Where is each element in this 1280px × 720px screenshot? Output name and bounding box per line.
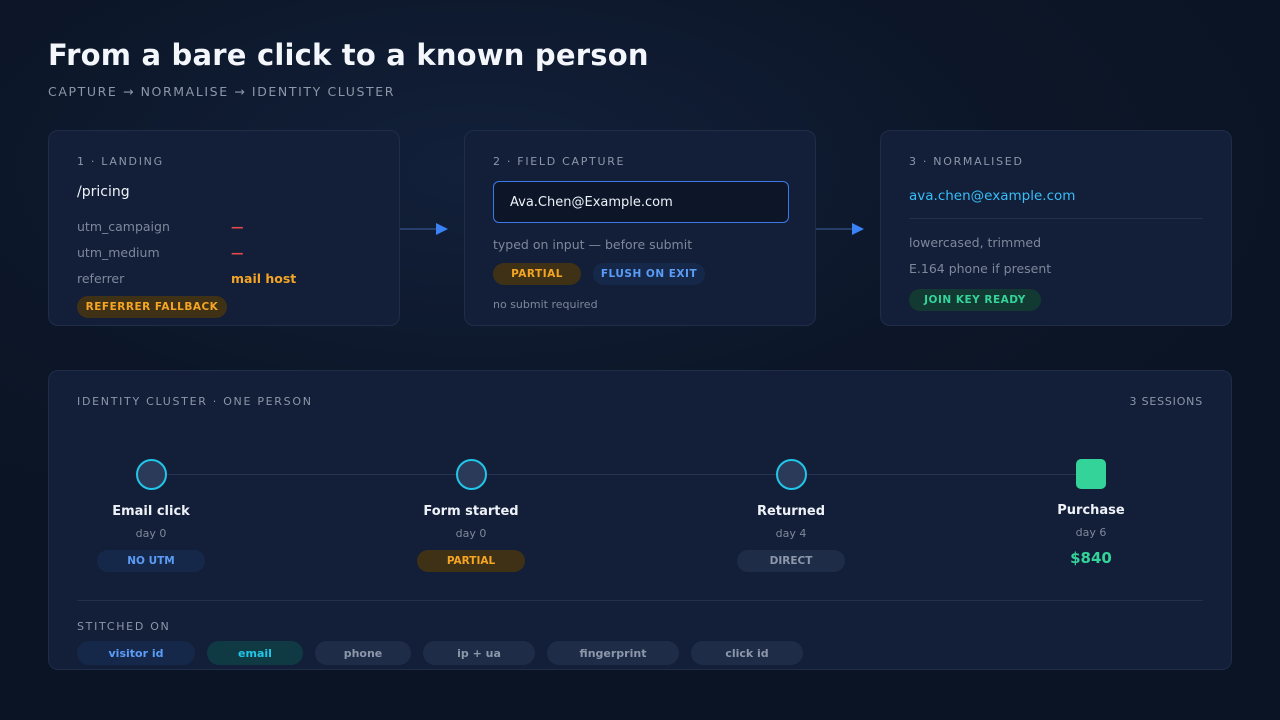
step-tag: PARTIAL xyxy=(417,550,525,572)
identity-cluster-panel: IDENTITY CLUSTER · ONE PERSON 3 SESSIONS… xyxy=(48,370,1232,670)
normalised-divider xyxy=(909,218,1203,219)
session-marker-icon xyxy=(775,459,807,490)
referrer-key: referrer xyxy=(77,271,125,286)
page-title: From a bare click to a known person xyxy=(48,38,649,72)
chip-fingerprint: fingerprint xyxy=(547,641,679,665)
chip-click-id: click id xyxy=(691,641,803,665)
utm-campaign-value: — xyxy=(231,219,244,234)
page-subtitle: CAPTURE → NORMALISE → IDENTITY CLUSTER xyxy=(48,84,396,99)
landing-card-label: 1 · LANDING xyxy=(77,155,164,168)
purchase-amount: $840 xyxy=(1070,549,1112,567)
normalised-note-lowercase: lowercased, trimmed xyxy=(909,235,1042,250)
capture-note: typed on input — before submit xyxy=(493,237,693,252)
normalised-card-label: 3 · NORMALISED xyxy=(909,155,1024,168)
identity-cluster-label: IDENTITY CLUSTER · ONE PERSON xyxy=(77,395,313,408)
utm-medium-key: utm_medium xyxy=(77,245,160,260)
stitch-keys: visitor id email phone ip + ua fingerpri… xyxy=(77,641,803,665)
flush-on-exit-badge: FLUSH ON EXIT xyxy=(593,263,705,285)
timeline-step-email-click: Email click day 0 NO UTM xyxy=(71,459,231,572)
utm-campaign-row: utm_campaign — xyxy=(77,219,244,234)
chip-phone: phone xyxy=(315,641,411,665)
step-name: Returned xyxy=(756,504,826,519)
sessions-count: 3 SESSIONS xyxy=(1129,395,1203,408)
referrer-row: referrer mail host xyxy=(77,271,296,286)
normalised-note-phone: E.164 phone if present xyxy=(909,261,1052,276)
step-day: day 0 xyxy=(455,527,487,540)
landing-path: /pricing xyxy=(77,184,130,200)
timeline-step-form-started: Form started day 0 PARTIAL xyxy=(391,459,551,572)
session-marker-icon xyxy=(135,459,167,490)
stitched-on-label: STITCHED ON xyxy=(77,620,171,633)
step-name: Purchase xyxy=(1057,503,1125,518)
purchase-marker-icon xyxy=(1076,459,1106,489)
referrer-value: mail host xyxy=(231,271,297,286)
partial-badge: PARTIAL xyxy=(493,263,581,285)
normalised-email: ava.chen@example.com xyxy=(909,188,1076,204)
timeline-step-purchase: Purchase day 6 $840 xyxy=(1011,459,1171,567)
timeline-step-returned: Returned day 4 DIRECT xyxy=(711,459,871,572)
chip-email: email xyxy=(207,641,303,665)
step-day: day 4 xyxy=(775,527,807,540)
join-key-ready-badge: JOIN KEY READY xyxy=(909,289,1041,311)
normalised-card: 3 · NORMALISED ava.chen@example.com lowe… xyxy=(880,130,1232,326)
capture-footnote: no submit required xyxy=(493,298,598,311)
email-input[interactable]: Ava.Chen@Example.com xyxy=(493,181,789,223)
arrow-right-icon xyxy=(816,223,864,235)
session-marker-icon xyxy=(455,459,487,490)
utm-campaign-key: utm_campaign xyxy=(77,219,170,234)
step-name: Email click xyxy=(112,504,190,519)
step-tag: NO UTM xyxy=(97,550,205,572)
step-day: day 6 xyxy=(1075,526,1107,539)
field-capture-card: 2 · FIELD CAPTURE Ava.Chen@Example.com t… xyxy=(464,130,816,326)
timeline-line xyxy=(151,474,1091,475)
step-tag: DIRECT xyxy=(737,550,845,572)
utm-medium-row: utm_medium — xyxy=(77,245,244,260)
chip-ip-ua: ip + ua xyxy=(423,641,535,665)
step-name: Form started xyxy=(423,504,519,519)
referrer-fallback-badge: REFERRER FALLBACK xyxy=(77,296,227,318)
utm-medium-value: — xyxy=(231,245,244,260)
step-day: day 0 xyxy=(135,527,167,540)
chip-visitor-id: visitor id xyxy=(77,641,195,665)
arrow-right-icon xyxy=(400,223,448,235)
landing-card: 1 · LANDING /pricing utm_campaign — utm_m… xyxy=(48,130,400,326)
field-capture-card-label: 2 · FIELD CAPTURE xyxy=(493,155,626,168)
cluster-divider xyxy=(77,600,1203,601)
